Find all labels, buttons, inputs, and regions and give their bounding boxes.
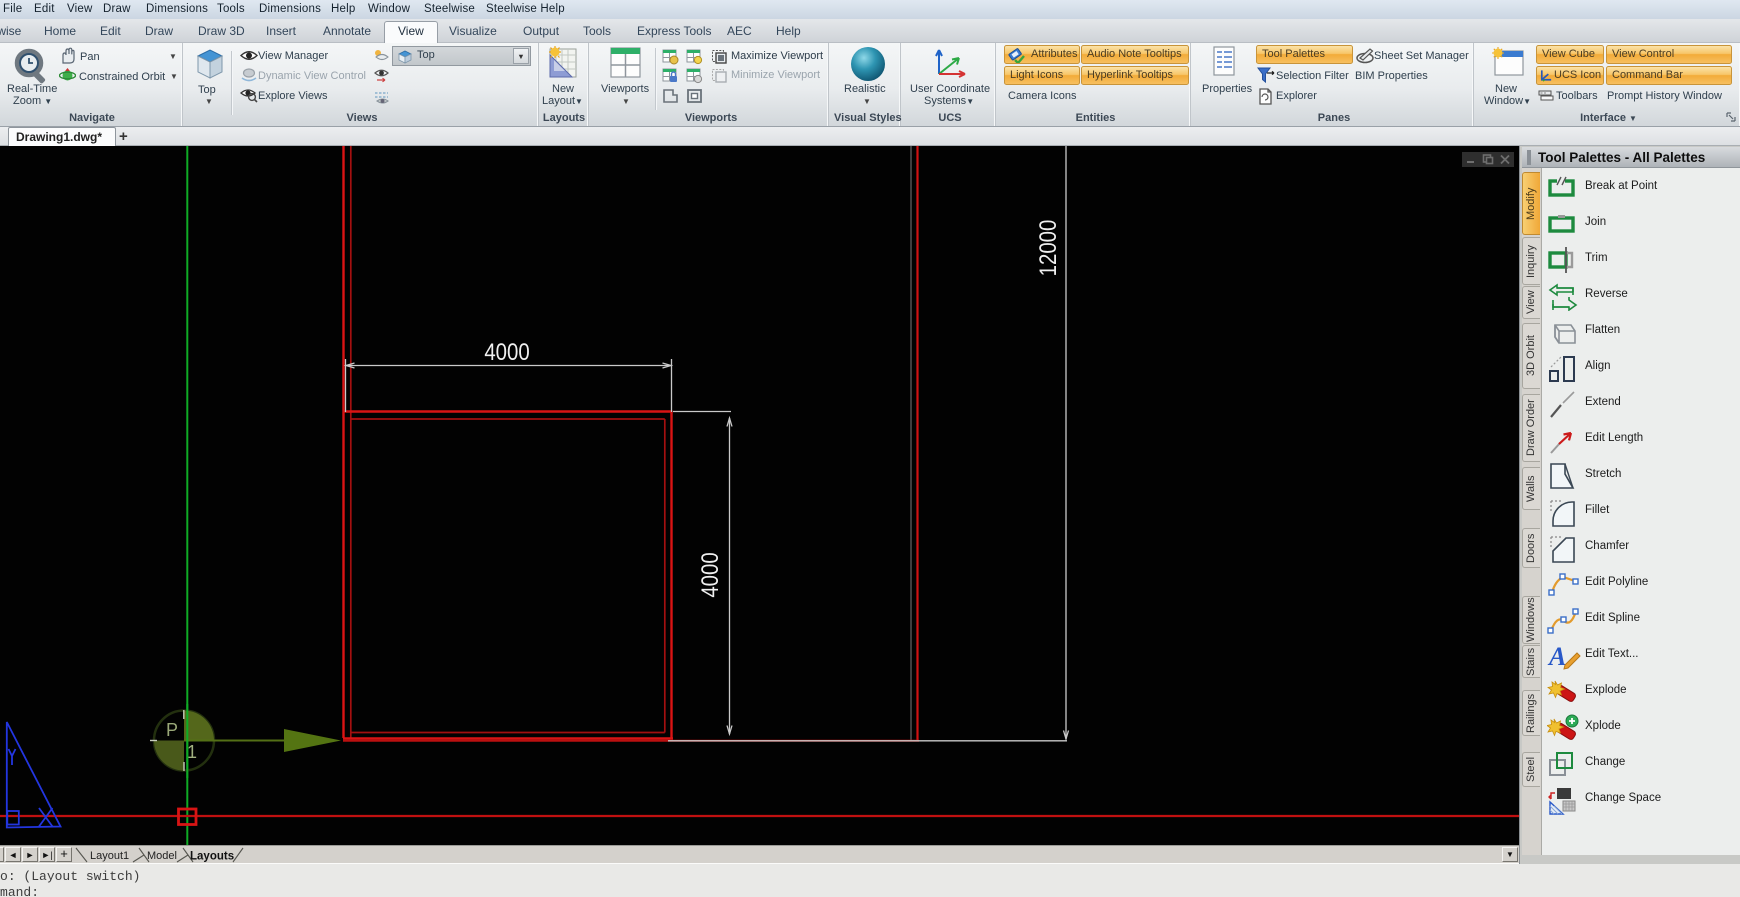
svg-text:4000: 4000 bbox=[696, 552, 723, 597]
svg-text:12000: 12000 bbox=[1034, 220, 1061, 277]
svg-text:1: 1 bbox=[187, 742, 197, 762]
svg-text:P: P bbox=[166, 720, 178, 740]
svg-text:Layout1: Layout1 bbox=[90, 850, 129, 862]
svg-text:A: A bbox=[1547, 642, 1566, 671]
svg-text:Layouts: Layouts bbox=[190, 851, 234, 863]
svg-text:Model: Model bbox=[147, 850, 177, 862]
svg-text:4000: 4000 bbox=[484, 338, 529, 365]
